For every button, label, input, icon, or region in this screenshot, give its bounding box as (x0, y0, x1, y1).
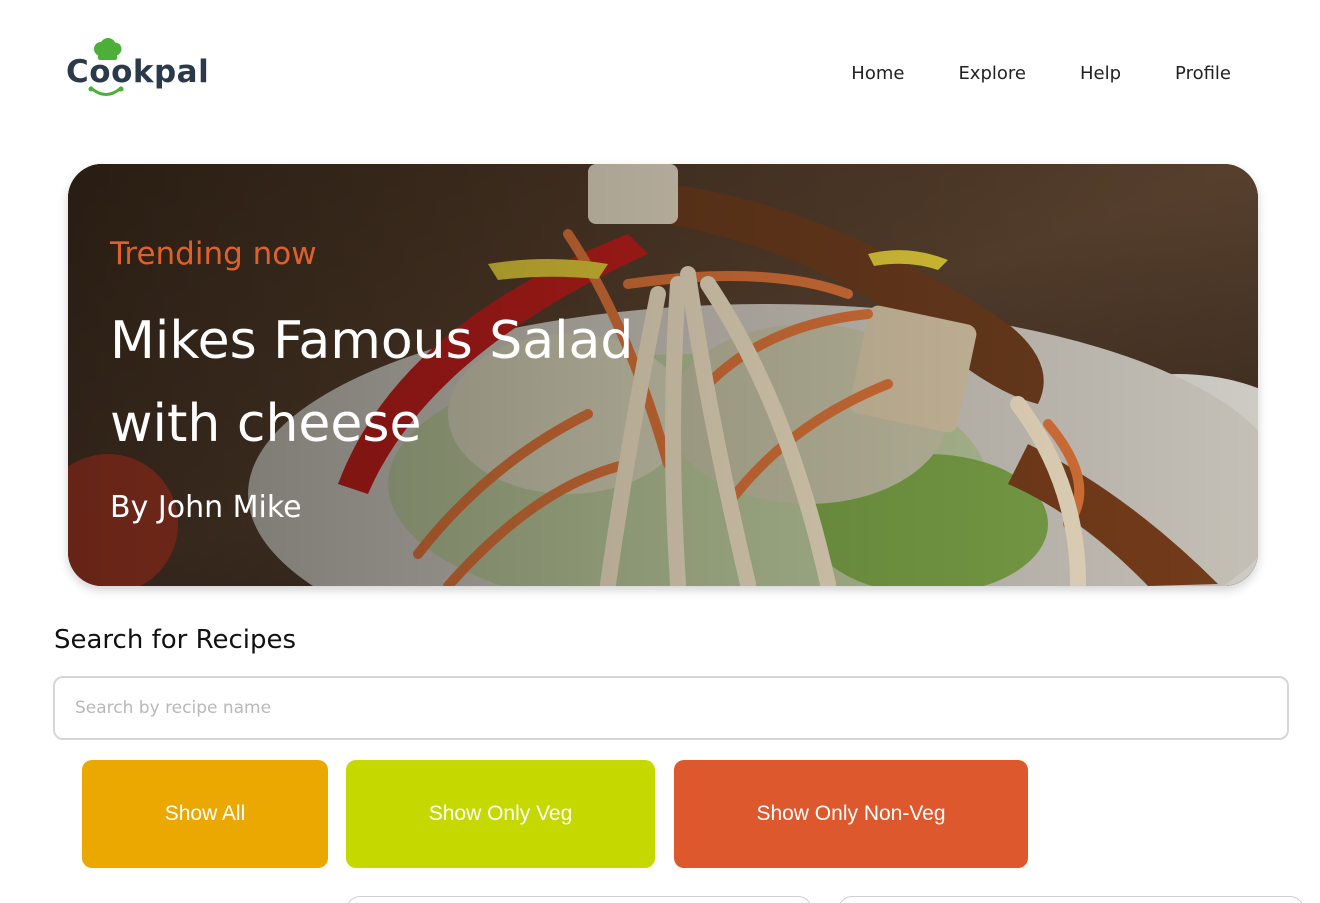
trending-label: Trending now (110, 236, 317, 272)
show-only-veg-button[interactable]: Show Only Veg (346, 760, 655, 868)
cookpal-logo[interactable]: Cookpal (66, 38, 209, 104)
main-nav: Home Explore Help Profile (851, 62, 1231, 86)
show-only-nonveg-button[interactable]: Show Only Non-Veg (674, 760, 1028, 868)
nav-help[interactable]: Help (1080, 62, 1121, 86)
trending-hero-banner[interactable]: Trending now Mikes Famous Salad with che… (68, 164, 1258, 586)
nav-profile[interactable]: Profile (1175, 62, 1231, 86)
nav-explore[interactable]: Explore (958, 62, 1026, 86)
nav-home[interactable]: Home (851, 62, 904, 86)
smile-icon (88, 86, 124, 96)
show-all-button[interactable]: Show All (82, 760, 328, 868)
recipe-card[interactable] (838, 896, 1304, 903)
hero-author: By John Mike (110, 490, 302, 525)
recipe-card[interactable] (346, 896, 812, 903)
hero-text-block: Trending now Mikes Famous Salad with che… (110, 234, 670, 528)
hero-recipe-title: Mikes Famous Salad with cheese (110, 311, 634, 454)
page: Cookpal Home Explore Help Profile Trendi… (0, 0, 1320, 903)
search-heading: Search for Recipes (54, 625, 297, 655)
recipe-search-input[interactable] (53, 676, 1289, 740)
